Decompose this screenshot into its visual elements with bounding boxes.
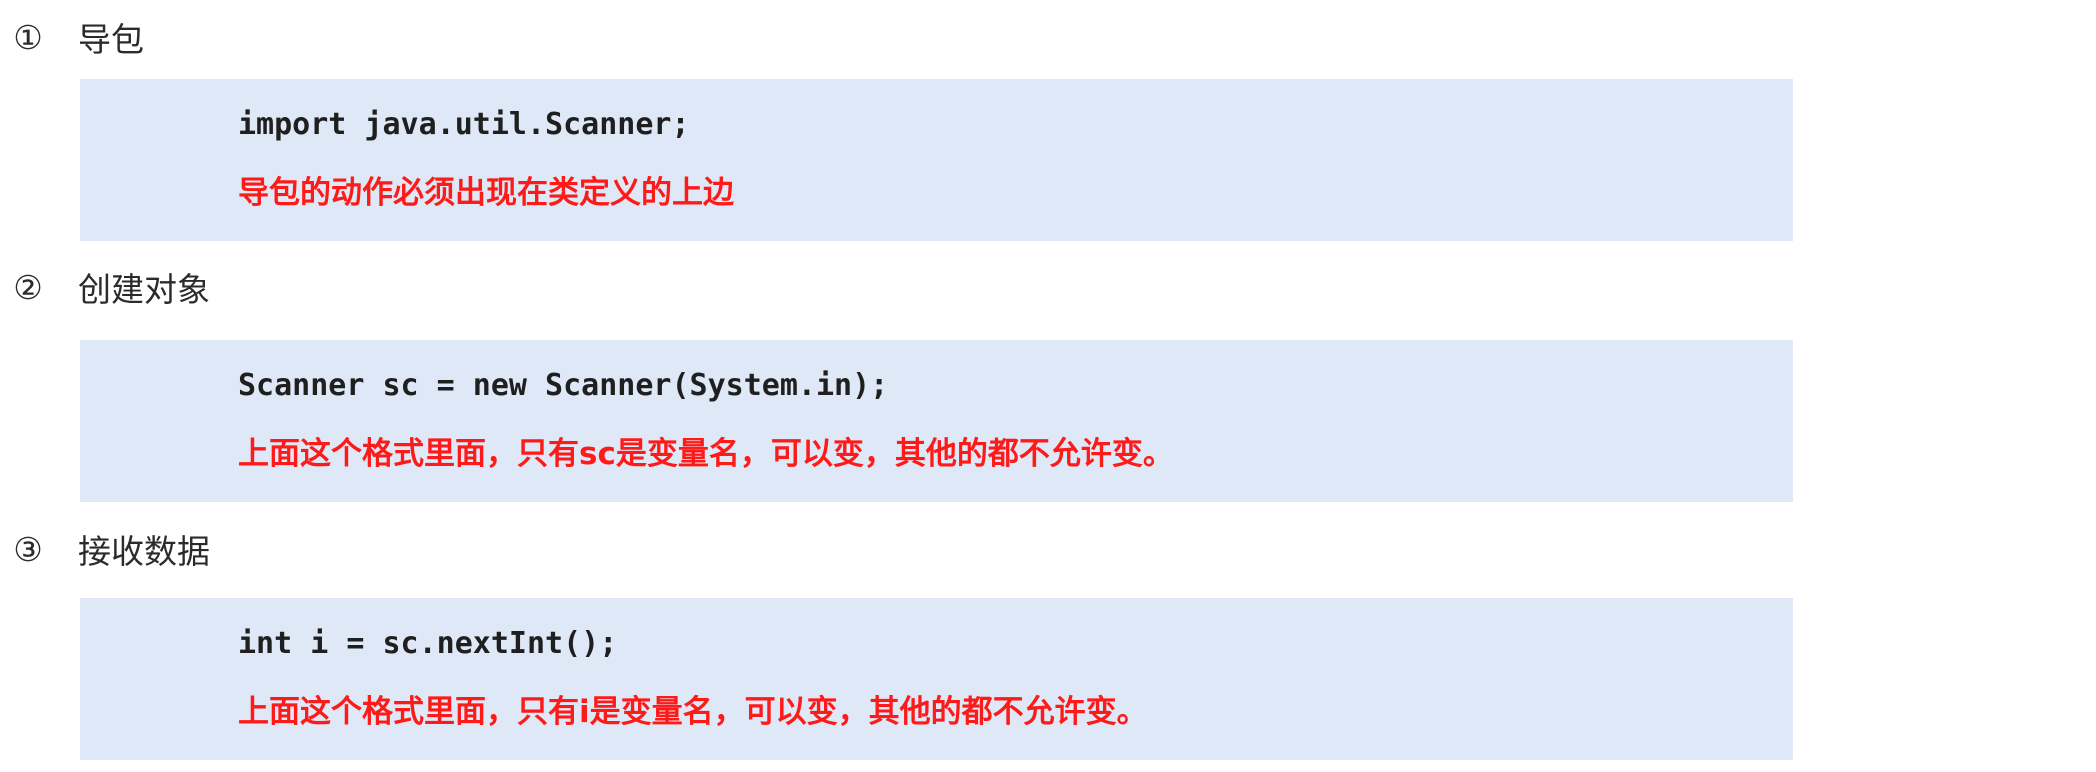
- code-panel-create-object: Scanner sc = new Scanner(System.in); 上面这…: [80, 340, 1793, 502]
- note-line: 上面这个格式里面，只有sc是变量名，可以变，其他的都不允许变。: [238, 436, 1174, 472]
- code-panel-receive-data: int i = sc.nextInt(); 上面这个格式里面，只有i是变量名，可…: [80, 598, 1793, 760]
- step-number: ①: [13, 17, 43, 57]
- step-title: 接收数据: [78, 532, 210, 571]
- step-title: 创建对象: [78, 270, 210, 309]
- code-line: int i = sc.nextInt();: [238, 626, 618, 661]
- code-line: Scanner sc = new Scanner(System.in);: [238, 368, 889, 403]
- step-heading-receive-data: ③ 接收数据: [8, 524, 210, 574]
- step-heading-import: ① 导包: [8, 12, 144, 62]
- step-number: ③: [13, 529, 43, 569]
- step-title: 导包: [78, 20, 144, 59]
- code-panel-import: import java.util.Scanner; 导包的动作必须出现在类定义的…: [80, 79, 1793, 241]
- note-line: 上面这个格式里面，只有i是变量名，可以变，其他的都不允许变。: [238, 694, 1148, 730]
- code-line: import java.util.Scanner;: [238, 107, 690, 142]
- note-line: 导包的动作必须出现在类定义的上边: [238, 175, 734, 211]
- step-number: ②: [13, 267, 43, 307]
- step-heading-create-object: ② 创建对象: [8, 262, 210, 312]
